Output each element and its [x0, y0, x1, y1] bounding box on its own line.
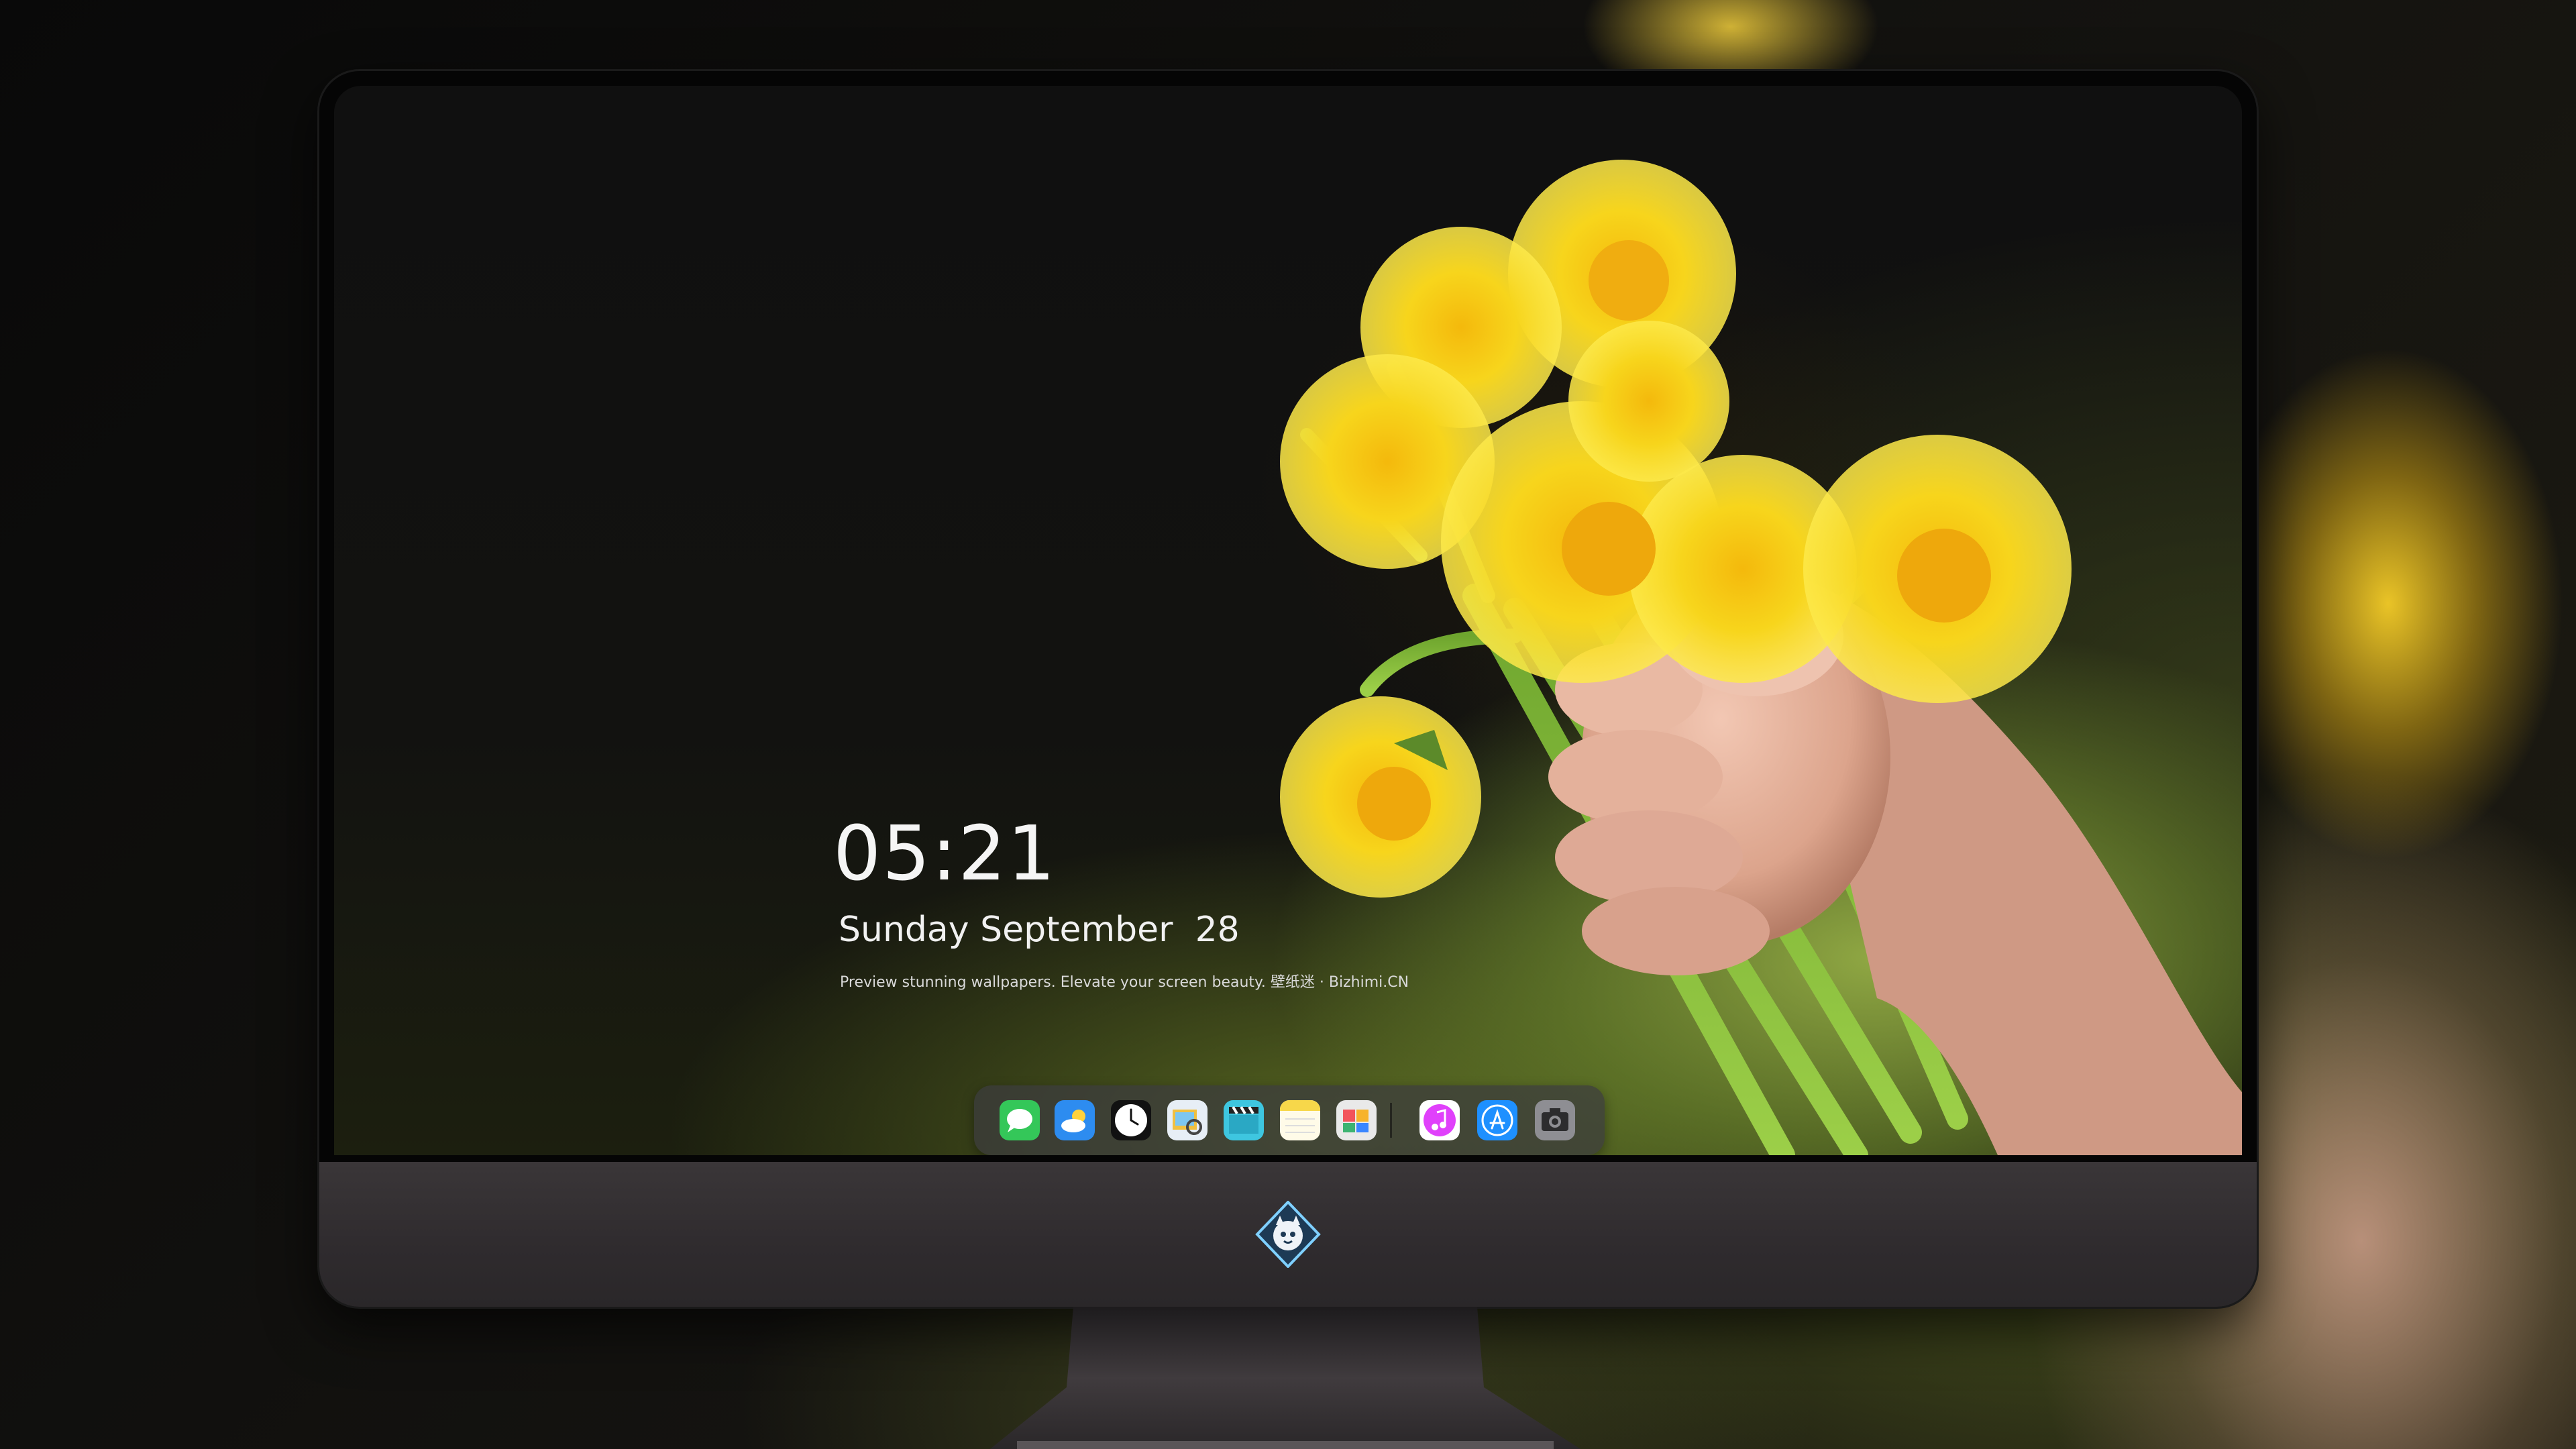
- photos-icon[interactable]: [1336, 1100, 1377, 1140]
- clapperboard-icon[interactable]: [1224, 1100, 1264, 1140]
- dock-divider: [1390, 1103, 1392, 1138]
- music-icon[interactable]: [1419, 1100, 1460, 1140]
- messages-icon[interactable]: [1000, 1100, 1040, 1140]
- monitor: 05:21 Sunday September 28 Preview stunni…: [319, 71, 2257, 1307]
- lock-screen-time: 05:21: [833, 810, 1057, 898]
- lock-screen-date: Sunday September 28: [839, 910, 1240, 950]
- wallpaper-image: [1280, 160, 2242, 1155]
- clock-icon[interactable]: [1111, 1100, 1151, 1140]
- lock-screen: 05:21 Sunday September 28 Preview stunni…: [334, 86, 2242, 1155]
- weather-icon[interactable]: [1055, 1100, 1095, 1140]
- monitor-chin: [319, 1162, 2257, 1307]
- monitor-stand: [990, 1307, 1580, 1449]
- dock: [974, 1085, 1605, 1155]
- notes-icon[interactable]: [1280, 1100, 1320, 1140]
- desktop-background: 05:21 Sunday September 28 Preview stunni…: [0, 0, 2576, 1449]
- app-store-icon[interactable]: [1477, 1100, 1517, 1140]
- preview-icon[interactable]: [1167, 1100, 1208, 1140]
- fox-logo-icon: [1255, 1201, 1321, 1268]
- wallpaper-tagline: Preview stunning wallpapers. Elevate you…: [840, 974, 1409, 991]
- camera-icon[interactable]: [1535, 1100, 1575, 1140]
